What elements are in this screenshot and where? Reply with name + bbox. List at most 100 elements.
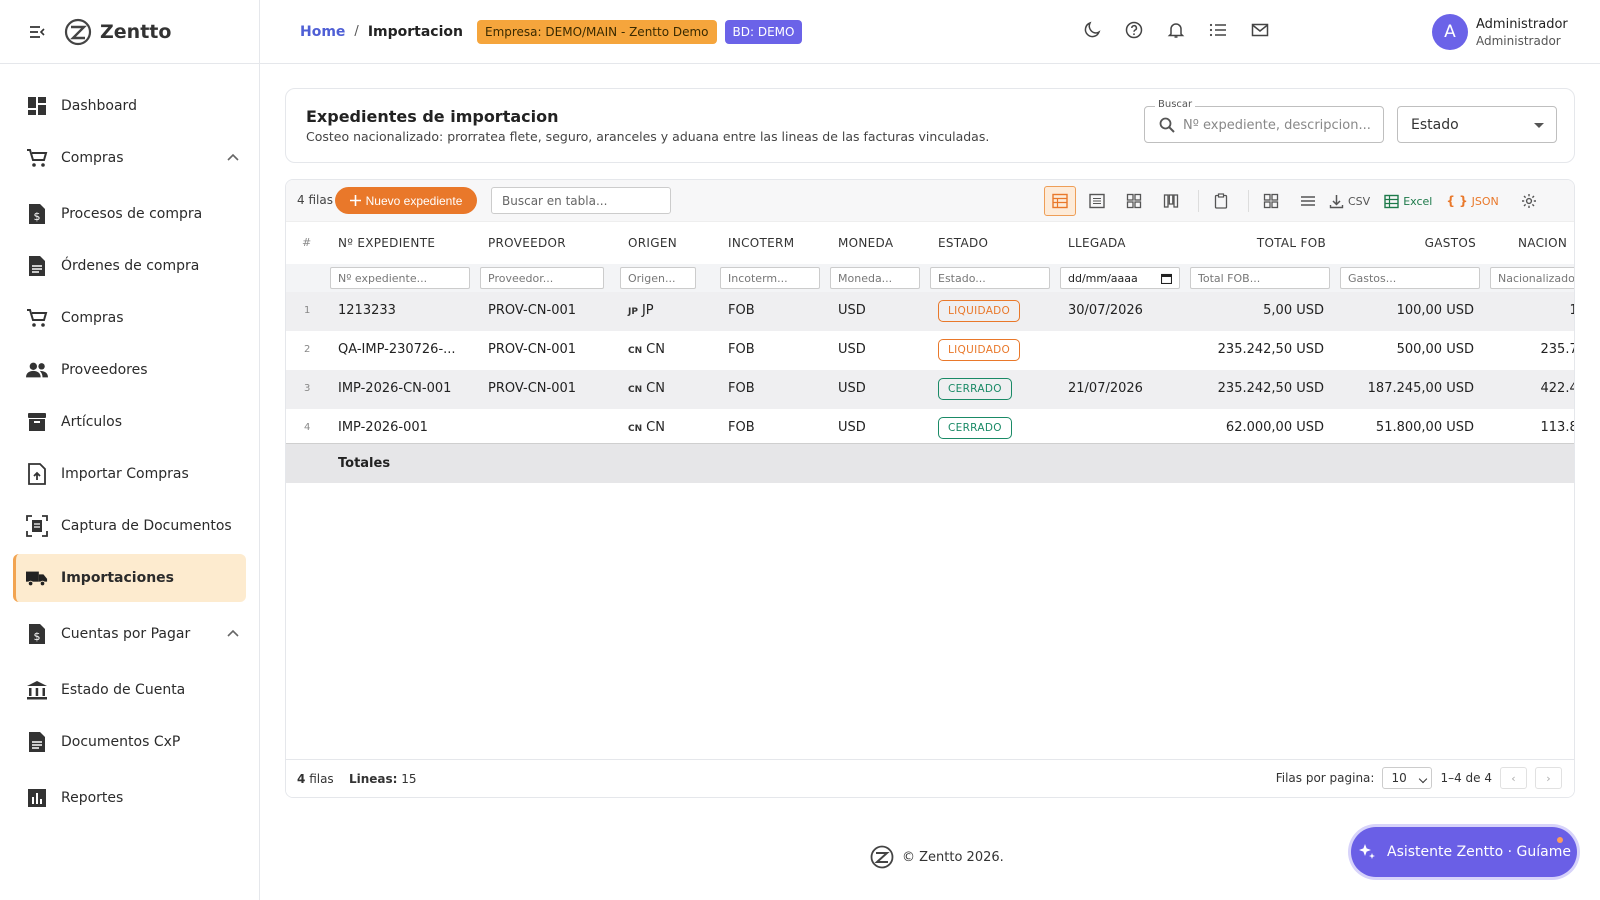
sidebar-item-proveedores[interactable]: Proveedores: [13, 346, 246, 394]
app-name: Zentto: [100, 20, 172, 43]
col-moneda-header[interactable]: MONEDA: [838, 236, 893, 250]
origen-text: CN: [646, 381, 665, 396]
footer-lineas-value: 15: [401, 772, 417, 786]
col-expediente-header[interactable]: Nº EXPEDIENTE: [338, 236, 435, 250]
avatar[interactable]: A: [1432, 14, 1468, 50]
rows-per-page-value: 10: [1391, 771, 1407, 785]
expediente-search[interactable]: Buscar: [1144, 99, 1384, 143]
sidebar-item-compras[interactable]: Compras: [13, 294, 246, 342]
clipboard-icon[interactable]: [1205, 186, 1237, 216]
filter-expediente-input[interactable]: [330, 267, 470, 289]
origen-text: CN: [646, 342, 665, 357]
density-grid-icon[interactable]: [1255, 186, 1287, 216]
assistant-button[interactable]: Asistente Zentto · Guíame: [1351, 827, 1577, 877]
col-origen-header[interactable]: ORIGEN: [628, 236, 677, 250]
sidebar-item-importaciones[interactable]: Importaciones: [13, 554, 246, 602]
filter-origen-input[interactable]: [620, 267, 696, 289]
database-chip[interactable]: BD: DEMO: [724, 19, 803, 44]
sidebar-item-cuentas-pagar-group[interactable]: $ Cuentas por Pagar: [13, 610, 246, 658]
dark-mode-moon-icon[interactable]: [1082, 20, 1102, 40]
col-incoterm-header[interactable]: INCOTERM: [728, 236, 794, 250]
table-search-input[interactable]: [491, 187, 671, 214]
cell-origen: CN CN: [628, 420, 665, 435]
sidebar-item-importar-compras[interactable]: Importar Compras: [13, 450, 246, 498]
filter-proveedor-input[interactable]: [480, 267, 604, 289]
copyright-text: © Zentto 2026.: [902, 849, 1004, 865]
next-page-button[interactable]: ›: [1535, 767, 1562, 789]
task-list-icon[interactable]: [1208, 20, 1228, 40]
sidebar-item-label: Artículos: [61, 414, 123, 430]
row-index: 4: [304, 422, 311, 433]
filter-gastos-input[interactable]: [1340, 267, 1480, 289]
empresa-chip[interactable]: Empresa: DEMO/MAIN - Zentto Demo: [476, 19, 717, 44]
export-json-button[interactable]: { } JSON: [1446, 194, 1498, 208]
sidebar-item-procesos-compra[interactable]: $ Procesos de compra: [13, 190, 246, 238]
page-range: 1–4 de 4: [1440, 771, 1492, 785]
sidebar: Zentto Dashboard Compras $ Procesos de c…: [0, 0, 260, 900]
col-gastos-header[interactable]: GASTOS: [1396, 236, 1476, 250]
chevron-up-icon[interactable]: [226, 151, 240, 165]
row-index: 1: [304, 305, 311, 316]
breadcrumb-home-link[interactable]: Home: [300, 24, 345, 40]
cell-proveedor: PROV-CN-001: [488, 342, 577, 357]
calendar-icon[interactable]: [1161, 273, 1172, 284]
sidebar-item-reportes[interactable]: Reportes: [13, 774, 246, 822]
col-llegada-header[interactable]: LLEGADA: [1068, 236, 1126, 250]
new-expediente-button[interactable]: Nuevo expediente: [335, 187, 477, 214]
status-badge: LIQUIDADO: [938, 300, 1021, 322]
grid-view-icon[interactable]: [1118, 186, 1150, 216]
filter-llegada-date[interactable]: dd/mm/aaaa: [1060, 267, 1180, 289]
origen-text: CN: [646, 420, 665, 435]
prev-page-button[interactable]: ‹: [1500, 767, 1527, 789]
sidebar-item-articulos[interactable]: Artículos: [13, 398, 246, 446]
kanban-view-icon[interactable]: [1155, 186, 1187, 216]
search-input[interactable]: [1183, 115, 1373, 135]
table-row[interactable]: 1 1213233 PROV-CN-001 JP JP FOB USD LIQUI…: [286, 292, 1574, 331]
filter-nacionalizado-input[interactable]: [1490, 267, 1574, 289]
sidebar-item-ordenes-compra[interactable]: Órdenes de compra: [13, 242, 246, 290]
chevron-up-icon[interactable]: [226, 627, 240, 641]
export-csv-button[interactable]: CSV: [1329, 194, 1370, 209]
status-badge: CERRADO: [938, 378, 1012, 400]
col-nacionalizado-header[interactable]: NACION: [1518, 236, 1567, 250]
sidebar-item-documentos-cxp[interactable]: Documentos CxP: [13, 718, 246, 766]
notifications-bell-icon[interactable]: [1166, 20, 1186, 40]
user-role: Administrador: [1476, 33, 1561, 48]
col-proveedor-header[interactable]: PROVEEDOR: [488, 236, 566, 250]
menu-collapse-icon[interactable]: [28, 23, 46, 41]
sidebar-item-captura-documentos[interactable]: Captura de Documentos: [13, 502, 246, 550]
table-row[interactable]: 2 QA-IMP-230726-... PROV-CN-001 CN CN FOB…: [286, 331, 1574, 370]
breadcrumb-separator: /: [354, 24, 359, 39]
chevron-down-icon: [1419, 774, 1428, 784]
filter-estado-input[interactable]: [930, 267, 1050, 289]
rows-per-page-select[interactable]: 10: [1382, 767, 1433, 789]
row-index: 2: [304, 344, 311, 355]
col-estado-header[interactable]: ESTADO: [938, 236, 988, 250]
top-bar: Home / Importacion Empresa: DEMO/MAIN - …: [260, 0, 1600, 64]
cell-gastos: 187.245,00 USD: [1367, 381, 1474, 396]
page-subtitle: Costeo nacionalizado: prorratea flete, s…: [306, 129, 990, 144]
estado-select[interactable]: Estado: [1397, 106, 1557, 143]
sidebar-item-label: Importar Compras: [61, 466, 189, 482]
col-total-fob-header[interactable]: TOTAL FOB: [1256, 236, 1326, 250]
export-excel-button[interactable]: Excel: [1384, 194, 1432, 209]
sidebar-item-dashboard[interactable]: Dashboard: [13, 82, 246, 130]
filter-incoterm-input[interactable]: [720, 267, 820, 289]
list-view-icon[interactable]: [1081, 186, 1113, 216]
table-view-icon[interactable]: [1044, 186, 1076, 216]
cell-proveedor: PROV-CN-001: [488, 303, 577, 318]
filter-moneda-input[interactable]: [830, 267, 920, 289]
mail-icon[interactable]: [1250, 20, 1270, 40]
top-actions: [1082, 20, 1270, 40]
user-menu[interactable]: A Administrador Administrador: [1432, 14, 1568, 50]
cell-gastos: 500,00 USD: [1396, 342, 1474, 357]
grid-settings-gear-icon[interactable]: [1513, 186, 1545, 216]
filter-total-fob-input[interactable]: [1190, 267, 1330, 289]
help-icon[interactable]: [1124, 20, 1144, 40]
sidebar-item-estado-cuenta[interactable]: Estado de Cuenta: [13, 666, 246, 714]
sidebar-item-compras-group[interactable]: Compras: [13, 134, 246, 182]
table-row[interactable]: 3 IMP-2026-CN-001 PROV-CN-001 CN CN FOB U…: [286, 370, 1574, 409]
row-density-icon[interactable]: [1292, 186, 1324, 216]
cart-icon: [26, 307, 48, 329]
app-logo[interactable]: Zentto: [64, 18, 171, 46]
